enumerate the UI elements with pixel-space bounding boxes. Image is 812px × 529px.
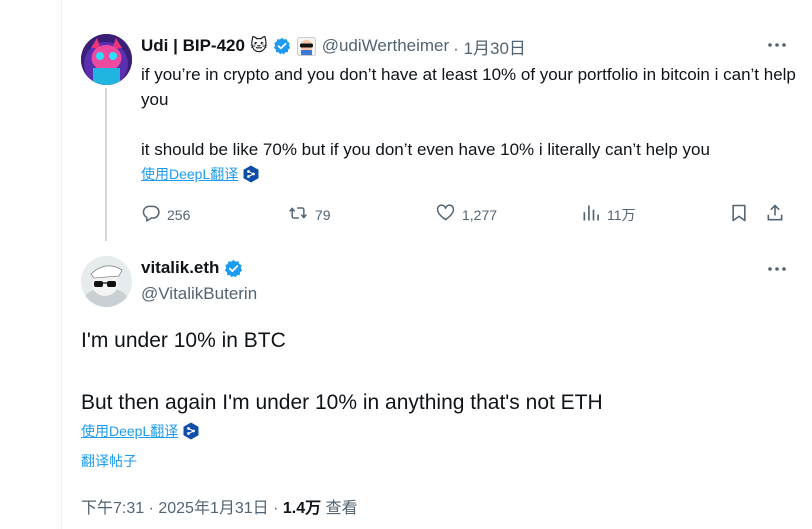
tweet-paragraph: it should be like 70% but if you don’t e… (141, 140, 710, 159)
avatar-vitalik[interactable] (81, 256, 132, 307)
cat-emoji-icon: 🐱 (249, 36, 268, 55)
share-button[interactable] (765, 203, 785, 226)
repost-button[interactable]: 79 (287, 203, 331, 226)
tweet-thread: Udi | BIP-420 🐱 @udiWertheimer · 1月30日 i… (0, 0, 812, 529)
author-name[interactable]: Udi | BIP-420 (141, 36, 245, 56)
main-author-name-row: vitalik.eth (141, 258, 243, 278)
tweet-paragraph: if you’re in crypto and you don’t have a… (141, 65, 796, 109)
share-icon (765, 203, 785, 226)
view-count: 1.4万 (282, 500, 322, 517)
tweet-paragraph: But then again I'm under 10% in anything… (81, 391, 603, 414)
more-options-icon[interactable] (767, 259, 787, 279)
parent-tweet-header: Udi | BIP-420 🐱 @udiWertheimer · 1月30日 (141, 34, 526, 58)
deepl-translate-link[interactable]: 使用DeepL翻译 (141, 164, 259, 184)
bookmark-button[interactable] (729, 203, 749, 226)
column-border (61, 0, 62, 529)
main-tweet-text: I'm under 10% in BTC But then again I'm … (81, 326, 801, 418)
avatar-udi[interactable] (81, 34, 132, 85)
deepl-translate-label[interactable]: 使用DeepL翻译 (141, 164, 238, 184)
reply-count: 256 (167, 206, 191, 223)
deepl-icon (183, 422, 199, 440)
author-name[interactable]: vitalik.eth (141, 258, 219, 278)
parent-tweet-actions: 256 79 1,277 11万 (141, 203, 791, 229)
parent-tweet-text: if you’re in crypto and you don’t have a… (141, 62, 801, 162)
views-button[interactable]: 11万 (581, 203, 636, 226)
view-count: 11万 (607, 206, 636, 223)
deepl-icon (243, 165, 259, 183)
views-label: 查看 (321, 500, 358, 517)
repost-icon (287, 203, 309, 226)
deepl-translate-link[interactable]: 使用DeepL翻译 (81, 421, 199, 441)
tweet-paragraph: I'm under 10% in BTC (81, 329, 286, 352)
deepl-translate-label[interactable]: 使用DeepL翻译 (81, 421, 178, 441)
affiliate-badge-icon[interactable] (296, 36, 316, 56)
like-count: 1,277 (462, 206, 498, 223)
verified-badge-icon[interactable] (273, 37, 291, 55)
reply-icon (141, 203, 161, 226)
reply-button[interactable]: 256 (141, 203, 190, 226)
heart-icon (435, 203, 456, 226)
tweet-meta: 下午7:31 · 2025年1月31日 · 1.4万 查看 (81, 494, 358, 518)
verified-badge-icon[interactable] (224, 259, 243, 278)
like-button[interactable]: 1,277 (435, 203, 497, 226)
repost-count: 79 (315, 206, 331, 223)
bookmark-icon (729, 203, 749, 226)
author-handle[interactable]: @VitalikButerin (141, 284, 257, 304)
analytics-icon (581, 203, 601, 226)
tweet-date[interactable]: · 1月30日 (453, 34, 526, 59)
more-options-icon[interactable] (767, 35, 787, 55)
tweet-timestamp[interactable]: 下午7:31 · 2025年1月31日 · (81, 500, 283, 517)
author-handle[interactable]: @udiWertheimer (322, 36, 449, 56)
translate-post-link[interactable]: 翻译帖子 (81, 451, 137, 471)
thread-connector-line (105, 88, 107, 241)
